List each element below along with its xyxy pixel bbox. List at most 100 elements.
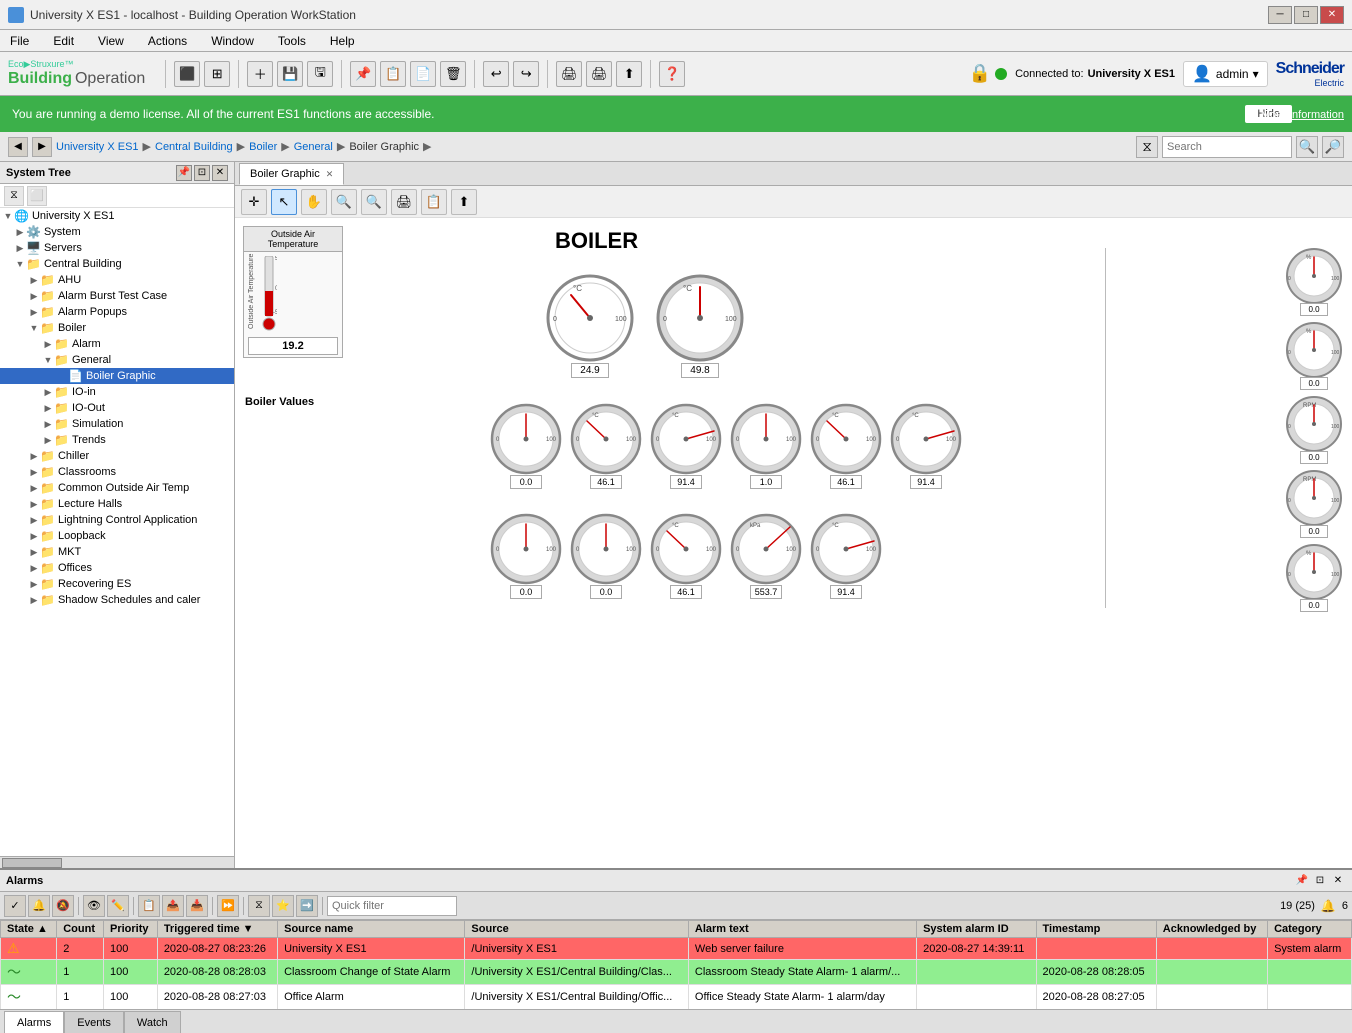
tab-close-button[interactable]: ✕ [326, 169, 334, 180]
gt-print-btn[interactable]: 🖨 [391, 189, 417, 215]
tb-print2-btn[interactable]: 🖨 [586, 61, 612, 87]
alarm-row-1[interactable]: 〜 1 100 2020-08-28 08:28:03 Classroom Ch… [1, 960, 1352, 985]
tab-boiler-graphic[interactable]: Boiler Graphic ✕ [239, 163, 344, 185]
tb-copy-btn[interactable]: 📋 [380, 61, 406, 87]
breadcrumb-filter-button[interactable]: ⧖ [1136, 136, 1158, 158]
menu-actions[interactable]: Actions [142, 32, 193, 50]
alarm-star-button[interactable]: ⭐ [272, 895, 294, 917]
tb-floppy-btn[interactable]: 💾 [277, 61, 303, 87]
tree-node-shadow[interactable]: ▶ 📁 Shadow Schedules and caler [0, 592, 234, 608]
tree-node-simulation[interactable]: ▶ 📁 Simulation [0, 416, 234, 432]
tree-node-classrooms[interactable]: ▶ 📁 Classrooms [0, 464, 234, 480]
search-input[interactable] [1162, 136, 1292, 158]
col-category[interactable]: Category [1268, 921, 1352, 938]
alarm-ack-button[interactable]: ✓ [4, 895, 26, 917]
nav-forward-button[interactable]: ▶ [32, 137, 52, 157]
gt-crosshair-btn[interactable]: ✛ [241, 189, 267, 215]
close-button[interactable]: ✕ [1320, 6, 1344, 24]
tree-node-io-out[interactable]: ▶ 📁 IO-Out [0, 400, 234, 416]
col-state[interactable]: State ▲ [1, 921, 57, 938]
tree-node-loopback[interactable]: ▶ 📁 Loopback [0, 528, 234, 544]
tab-alarms[interactable]: Alarms [4, 1011, 64, 1033]
gt-zoom-in-btn[interactable]: 🔍 [331, 189, 357, 215]
bc-central[interactable]: Central Building [155, 141, 233, 153]
menu-file[interactable]: File [4, 32, 35, 50]
menu-window[interactable]: Window [205, 32, 260, 50]
tree-pin-button[interactable]: 📌 [176, 165, 192, 181]
tb-paste-btn[interactable]: 📄 [410, 61, 436, 87]
tb-help-btn[interactable]: ❓ [659, 61, 685, 87]
alarm-arrow-button[interactable]: ➡️ [296, 895, 318, 917]
tree-node-chiller[interactable]: ▶ 📁 Chiller [0, 448, 234, 464]
col-priority[interactable]: Priority [104, 921, 158, 938]
alarm-bell-off-button[interactable]: 🔕 [52, 895, 74, 917]
gt-export2-btn[interactable]: ⬆ [451, 189, 477, 215]
alarms-restore-button[interactable]: ⊡ [1312, 873, 1328, 889]
tree-node-general[interactable]: ▼ 📁 General [0, 352, 234, 368]
alarm-edit-button[interactable]: ✏️ [107, 895, 129, 917]
tree-hscrollbar[interactable] [0, 856, 234, 868]
tab-events[interactable]: Events [64, 1011, 124, 1033]
tb-save2-btn[interactable]: 🖫 [307, 61, 333, 87]
alarm-bell-on-button[interactable]: 🔔 [28, 895, 50, 917]
tree-node-ahu[interactable]: ▶ 📁 AHU [0, 272, 234, 288]
tb-add-btn[interactable]: ＋ [247, 61, 273, 87]
tree-node-servers[interactable]: ▶ 🖥️ Servers [0, 240, 234, 256]
alarm-up-button[interactable]: 📤 [162, 895, 184, 917]
alarm-row-0[interactable]: ⚠ 2 100 2020-08-27 08:23:26 University X… [1, 938, 1352, 960]
tree-node-boiler[interactable]: ▼ 📁 Boiler [0, 320, 234, 336]
tb-workspace-btn[interactable]: ⬛ [174, 61, 200, 87]
quick-filter-input[interactable] [327, 896, 457, 916]
tb-pin-btn[interactable]: 📌 [350, 61, 376, 87]
nav-back-button[interactable]: ◀ [8, 137, 28, 157]
col-sys-alarm-id[interactable]: System alarm ID [917, 921, 1036, 938]
tree-node-trends[interactable]: ▶ 📁 Trends [0, 432, 234, 448]
more-info-link[interactable]: ℹ More Information [1254, 108, 1344, 121]
gt-copy2-btn[interactable]: 📋 [421, 189, 447, 215]
tree-node-mkt[interactable]: ▶ 📁 MKT [0, 544, 234, 560]
gt-zoom-out-btn[interactable]: 🔍 [361, 189, 387, 215]
bc-general[interactable]: General [294, 141, 333, 153]
tree-close-button[interactable]: ✕ [212, 165, 228, 181]
tree-node-central[interactable]: ▼ 📁 Central Building [0, 256, 234, 272]
menu-edit[interactable]: Edit [47, 32, 80, 50]
tb-grid-btn[interactable]: ⊞ [204, 61, 230, 87]
menu-help[interactable]: Help [324, 32, 361, 50]
col-timestamp[interactable]: Timestamp [1036, 921, 1156, 938]
alarm-eye-button[interactable]: 👁 [83, 895, 105, 917]
minimize-button[interactable]: ─ [1268, 6, 1292, 24]
gt-pointer-btn[interactable]: ↖ [271, 189, 297, 215]
tb-delete-btn[interactable]: 🗑 [440, 61, 466, 87]
tree-restore-button[interactable]: ⊡ [194, 165, 210, 181]
col-ack-by[interactable]: Acknowledged by [1156, 921, 1267, 938]
alarm-note-button[interactable]: 📋 [138, 895, 160, 917]
alarm-row-2[interactable]: 〜 1 100 2020-08-28 08:27:03 Office Alarm… [1, 985, 1352, 1010]
maximize-button[interactable]: □ [1294, 6, 1318, 24]
tree-node-alarm[interactable]: ▶ 📁 Alarm [0, 336, 234, 352]
alarms-pin-button[interactable]: 📌 [1294, 873, 1310, 889]
tree-node-io-in[interactable]: ▶ 📁 IO-in [0, 384, 234, 400]
bc-boiler[interactable]: Boiler [249, 141, 277, 153]
col-alarm-text[interactable]: Alarm text [688, 921, 916, 938]
tb-undo-btn[interactable]: ↩ [483, 61, 509, 87]
col-triggered[interactable]: Triggered time ▼ [157, 921, 277, 938]
col-count[interactable]: Count [57, 921, 104, 938]
tree-node-recovering[interactable]: ▶ 📁 Recovering ES [0, 576, 234, 592]
alarm-forward-button[interactable]: ⏩ [217, 895, 239, 917]
tree-node-lecture-halls[interactable]: ▶ 📁 Lecture Halls [0, 496, 234, 512]
search-button[interactable]: 🔍 [1296, 136, 1318, 158]
menu-tools[interactable]: Tools [272, 32, 312, 50]
tree-node-lightning[interactable]: ▶ 📁 Lightning Control Application [0, 512, 234, 528]
tree-scroll-area[interactable]: ▼ 🌐 University X ES1 ▶ ⚙️ System ▶ 🖥️ Se… [0, 208, 234, 856]
tree-node-alarm-popups[interactable]: ▶ 📁 Alarm Popups [0, 304, 234, 320]
alarm-filter-button[interactable]: ⧖ [248, 895, 270, 917]
tab-watch[interactable]: Watch [124, 1011, 181, 1033]
tree-node-university[interactable]: ▼ 🌐 University X ES1 [0, 208, 234, 224]
user-menu[interactable]: 👤 admin ▾ [1183, 61, 1268, 87]
tree-node-offices[interactable]: ▶ 📁 Offices [0, 560, 234, 576]
tree-node-alarm-burst[interactable]: ▶ 📁 Alarm Burst Test Case [0, 288, 234, 304]
tree-filter-button[interactable]: ⧖ [4, 186, 24, 206]
bc-university[interactable]: University X ES1 [56, 141, 139, 153]
gt-hand-btn[interactable]: ✋ [301, 189, 327, 215]
alarms-close-button[interactable]: ✕ [1330, 873, 1346, 889]
